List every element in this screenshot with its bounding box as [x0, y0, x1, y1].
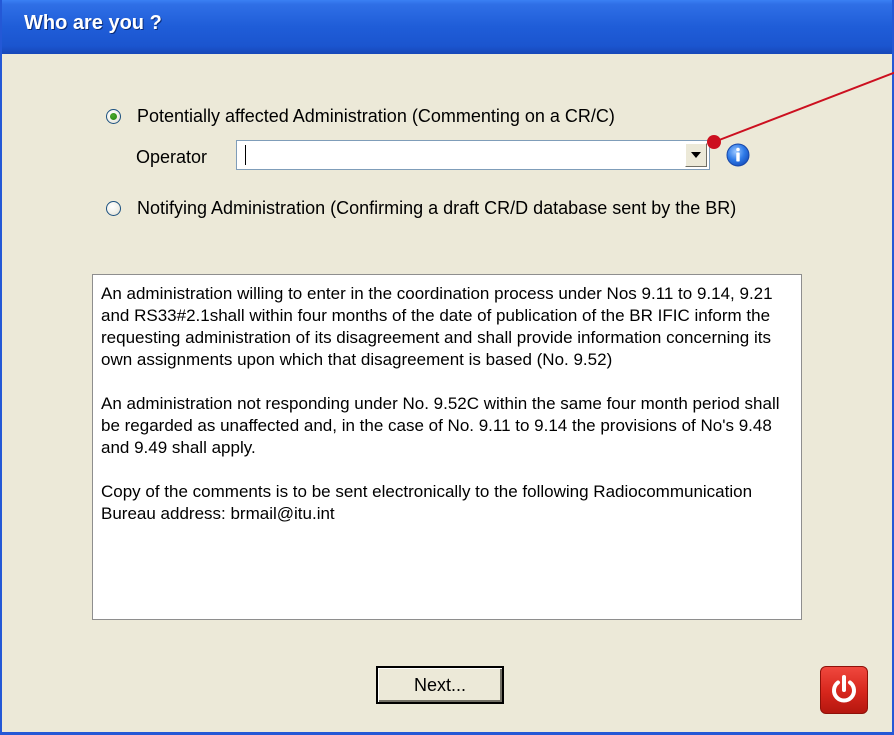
text-caret — [245, 145, 246, 165]
next-button[interactable]: Next... — [376, 666, 504, 704]
power-icon — [832, 675, 856, 703]
power-button[interactable] — [820, 666, 868, 714]
window-title: Who are you ? — [24, 12, 162, 34]
radio-notifying-administration[interactable]: Notifying Administration (Confirming a d… — [106, 196, 736, 220]
info-paragraph: An administration willing to enter in th… — [101, 284, 773, 369]
radio-notifying-label: Notifying Administration (Confirming a d… — [137, 197, 737, 218]
info-icon[interactable] — [726, 143, 750, 167]
chevron-down-icon — [691, 152, 701, 158]
radio-affected-label: Potentially affected Administration (Com… — [137, 105, 615, 126]
operator-dropdown-button[interactable] — [685, 143, 707, 167]
operator-combobox[interactable] — [236, 140, 710, 170]
info-text-panel: An administration willing to enter in th… — [92, 274, 802, 620]
who-are-you-dialog: Who are you ? Potentially affected Admin… — [0, 0, 894, 735]
operator-label: Operator — [136, 147, 208, 167]
radio-affected-button[interactable] — [106, 108, 121, 124]
info-paragraph: Copy of the comments is to be sent elect… — [101, 482, 753, 523]
radio-notifying-button[interactable] — [106, 200, 121, 216]
info-paragraph: An administration not responding under N… — [101, 394, 780, 457]
radio-affected-administration[interactable]: Potentially affected Administration (Com… — [106, 104, 615, 128]
title-bar: Who are you ? — [2, 0, 892, 54]
